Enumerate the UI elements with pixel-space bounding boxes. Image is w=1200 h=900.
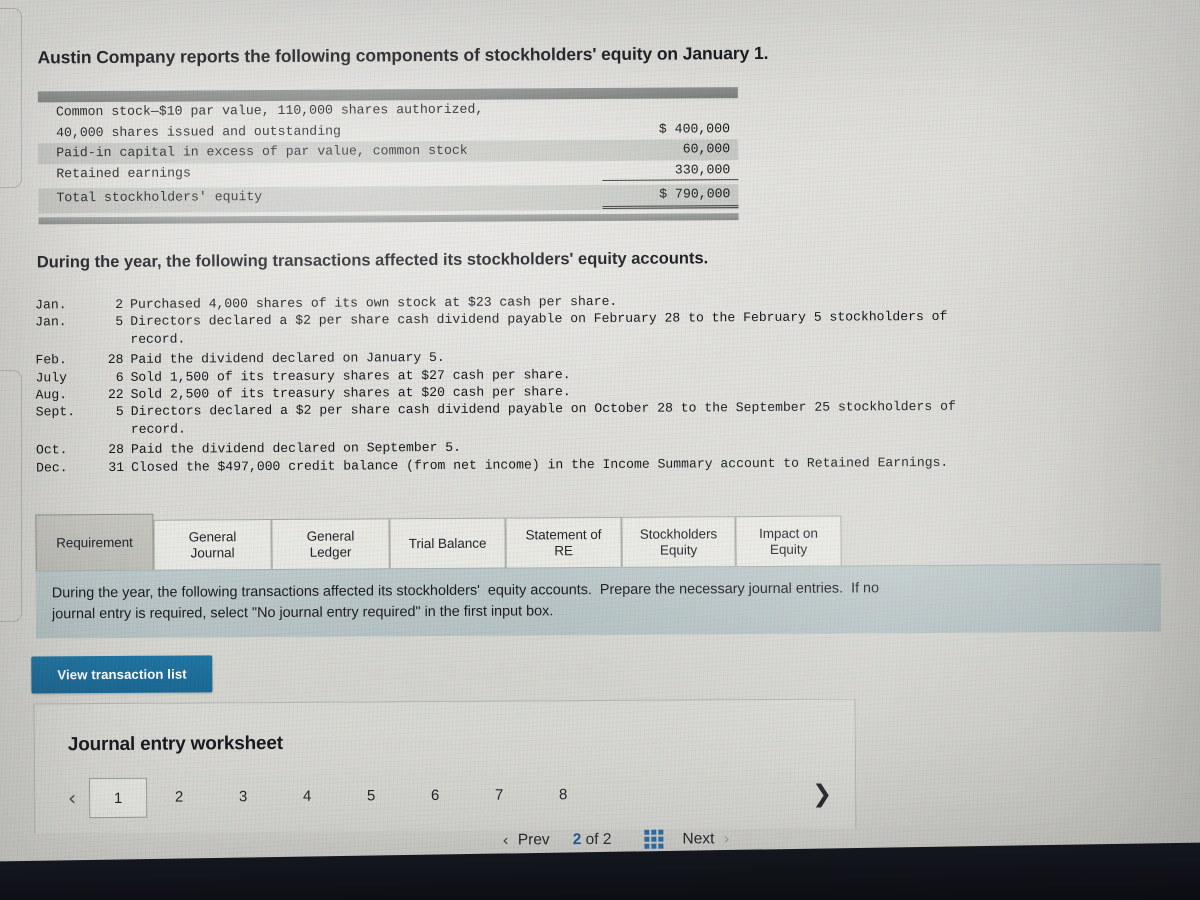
transaction-list: Jan. 2 Purchased 4,000 shares of its own… <box>35 291 956 477</box>
transaction-day: 5 <box>115 404 124 420</box>
page-indicator: 2 of 2 <box>573 830 612 848</box>
screen-surface: Austin Company reports the following com… <box>0 0 1200 900</box>
worksheet-page-2[interactable]: 2 <box>147 777 211 817</box>
stockholders-equity-table: Common stock—$10 par value, 110,000 shar… <box>37 87 739 224</box>
instruction-panel: During the year, the following transacti… <box>35 563 1162 639</box>
row-amount: $ 400,000 <box>658 120 731 137</box>
worksheet-pager: ‹ 1 2 3 4 5 6 7 8 ❯ <box>55 774 839 819</box>
tab-statement-of-re[interactable]: Statement of RE <box>505 516 622 568</box>
tab-impact-on-equity[interactable]: Impact on Equity <box>735 515 842 567</box>
total-pages: 2 <box>602 830 612 848</box>
chevron-right-icon[interactable]: ❯ <box>805 780 839 808</box>
tab-trial-balance[interactable]: Trial Balance <box>389 517 506 569</box>
table-bottom-bar <box>38 212 739 224</box>
transaction-day: 22 <box>107 386 124 403</box>
transaction-month: Jan. <box>35 314 67 330</box>
bottom-navigation: ‹ Prev 2 of 2 Next › <box>502 829 729 849</box>
tab-label-line2: RE <box>554 542 573 558</box>
table-row: Retained earnings 330,000 <box>38 160 739 186</box>
transaction-text: Closed the $497,000 credit balance (from… <box>131 454 949 475</box>
tab-stockholders-equity[interactable]: Stockholders Equity <box>621 516 736 567</box>
transaction-day: 28 <box>108 442 125 458</box>
transaction-day: 31 <box>108 459 125 475</box>
tab-label-line2: Ledger <box>309 544 352 560</box>
transaction-day: 28 <box>107 352 124 368</box>
row-label: Common stock—$10 par value, 110,000 shar… <box>55 101 484 120</box>
tab-label-line2: Equity <box>659 541 698 558</box>
tab-label-line2: Equity <box>769 541 808 557</box>
transaction-day: 2 <box>115 296 124 312</box>
tab-label-line1: Requirement <box>56 534 133 550</box>
worksheet-page-6[interactable]: 6 <box>403 776 467 816</box>
tab-label-line1: General <box>306 528 355 544</box>
journal-entry-worksheet-panel: Journal entry worksheet ‹ 1 2 3 4 5 6 7 … <box>33 698 857 834</box>
chevron-left-icon[interactable]: ‹ <box>502 831 509 850</box>
view-transaction-list-button[interactable]: View transaction list <box>31 655 213 694</box>
row-label: Retained earnings <box>56 164 191 181</box>
worksheet-page-7[interactable]: 7 <box>467 775 531 815</box>
tab-label-line1: Impact on <box>759 525 818 541</box>
tab-label-line1: Trial Balance <box>408 535 487 551</box>
tab-bar: Requirement General Journal General Ledg… <box>35 510 842 571</box>
tab-label-line1: General <box>188 528 237 545</box>
row-amount <box>602 99 738 100</box>
prev-button[interactable]: Prev <box>518 831 550 849</box>
page-title: Austin Company reports the following com… <box>37 42 769 68</box>
row-label: Paid-in capital in excess of par value, … <box>56 142 468 161</box>
transaction-month: Sept. <box>35 404 76 420</box>
of-label: of <box>585 830 599 848</box>
transaction-month: July <box>35 369 68 386</box>
worksheet-page-1[interactable]: 1 <box>88 777 148 819</box>
grid-icon[interactable] <box>644 829 664 849</box>
next-button[interactable]: Next <box>682 830 714 848</box>
total-amount: $ 790,000 <box>602 185 739 209</box>
row-amount: 330,000 <box>602 160 739 181</box>
total-label: Total stockholders' equity <box>56 189 263 206</box>
page-content: Austin Company reports the following com… <box>0 0 1200 900</box>
chevron-right-icon[interactable]: › <box>723 829 730 848</box>
tab-label-line1: Stockholders <box>639 525 718 542</box>
chevron-left-icon[interactable]: ‹ <box>55 786 89 810</box>
tab-label-line2: Journal <box>190 544 235 561</box>
transaction-day: 5 <box>115 314 124 330</box>
tab-requirement[interactable]: Requirement <box>35 513 154 571</box>
transaction-month: Feb. <box>35 352 67 368</box>
transaction-month: Dec. <box>36 459 68 476</box>
tab-general-journal[interactable]: General Journal <box>153 519 272 570</box>
tab-label-line1: Statement of <box>525 526 602 542</box>
worksheet-page-3[interactable]: 3 <box>211 777 275 817</box>
row-amount: 60,000 <box>682 141 731 157</box>
worksheet-title: Journal entry worksheet <box>67 732 283 756</box>
row-label: 40,000 shares issued and outstanding <box>56 123 341 140</box>
transaction-month: Aug. <box>35 387 68 403</box>
transaction-day: 6 <box>115 369 124 385</box>
tab-general-ledger[interactable]: General Ledger <box>271 518 390 570</box>
current-page: 2 <box>572 830 582 848</box>
worksheet-page-5[interactable]: 5 <box>339 776 403 816</box>
worksheet-page-8[interactable]: 8 <box>531 775 595 815</box>
transaction-month: Oct. <box>35 442 68 458</box>
transaction-month: Jan. <box>35 297 67 313</box>
worksheet-page-4[interactable]: 4 <box>275 777 339 817</box>
table-total-row: Total stockholders' equity $ 790,000 <box>38 184 739 213</box>
transactions-heading: During the year, the following transacti… <box>36 249 709 272</box>
